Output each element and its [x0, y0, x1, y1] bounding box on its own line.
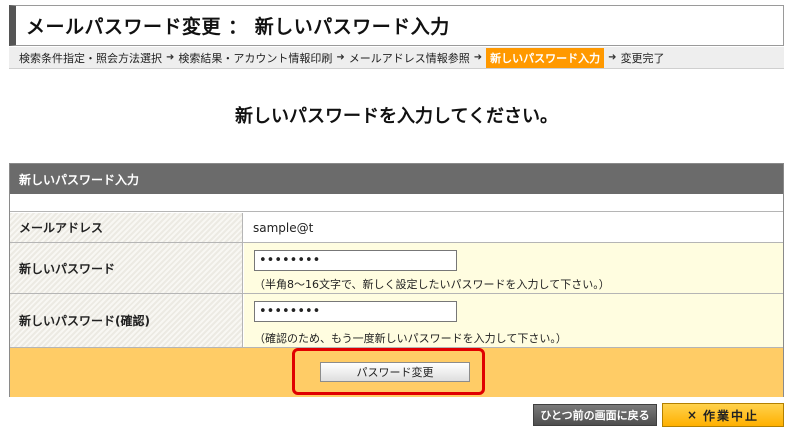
page-title-box: メールパスワード変更 ： 新しいパスワード入力: [9, 5, 784, 46]
email-label: メールアドレス: [10, 213, 243, 242]
submit-area: パスワード変更: [10, 348, 783, 397]
cancel-button[interactable]: × 作業中止: [662, 403, 784, 427]
new-password-label: 新しいパスワード: [10, 243, 243, 293]
arrow-right-icon: ➜: [336, 52, 345, 63]
breadcrumb-step-search: 検索条件指定・照会方法選択: [19, 51, 162, 65]
panel-header: 新しいパスワード入力: [10, 164, 783, 194]
confirm-password-input[interactable]: [254, 301, 457, 322]
arrow-right-icon: ➜: [473, 52, 483, 63]
breadcrumb-step-current: 新しいパスワード入力: [486, 47, 605, 68]
confirm-password-hint: （確認のため、もう一度新しいパスワードを入力して下さい。）: [254, 332, 567, 345]
password-form-panel: 新しいパスワード入力 メールアドレス sample@t 新しいパスワード （半角…: [9, 163, 784, 397]
new-password-input[interactable]: [254, 250, 457, 271]
breadcrumb-step-mail-info: メールアドレス情報参照: [348, 51, 470, 65]
breadcrumb-step-results: 検索結果・アカウント情報印刷: [178, 51, 333, 65]
confirm-password-cell: （確認のため、もう一度新しいパスワードを入力して下さい。）: [244, 294, 783, 347]
breadcrumb-step-complete: 変更完了: [620, 51, 665, 65]
breadcrumb: 検索条件指定・照会方法選択 ➜ 検索結果・アカウント情報印刷 ➜ メールアドレス…: [9, 47, 784, 69]
change-password-button[interactable]: パスワード変更: [320, 362, 470, 382]
close-icon: ×: [686, 408, 700, 422]
page-title: メールパスワード変更 ： 新しいパスワード入力: [26, 16, 450, 38]
new-password-row: 新しいパスワード （半角8～16文字で、新しく設定したいパスワードを入力して下さ…: [10, 243, 783, 294]
cancel-label: 作業中止: [703, 408, 760, 423]
confirm-password-label: 新しいパスワード(確認): [10, 294, 243, 347]
confirm-password-row: 新しいパスワード(確認) （確認のため、もう一度新しいパスワードを入力して下さい…: [10, 294, 783, 348]
back-button[interactable]: ひとつ前の画面に戻る: [533, 404, 657, 426]
email-row: メールアドレス sample@t: [10, 213, 783, 243]
instruction-heading: 新しいパスワードを入力してください。: [235, 106, 558, 127]
arrow-right-icon: ➜: [608, 52, 617, 63]
email-value: sample@t: [244, 213, 783, 242]
arrow-right-icon: ➜: [166, 52, 175, 63]
new-password-cell: （半角8～16文字で、新しく設定したいパスワードを入力して下さい。）: [244, 243, 783, 293]
panel-spacer: [10, 194, 783, 212]
new-password-hint: （半角8～16文字で、新しく設定したいパスワードを入力して下さい。）: [254, 278, 610, 291]
